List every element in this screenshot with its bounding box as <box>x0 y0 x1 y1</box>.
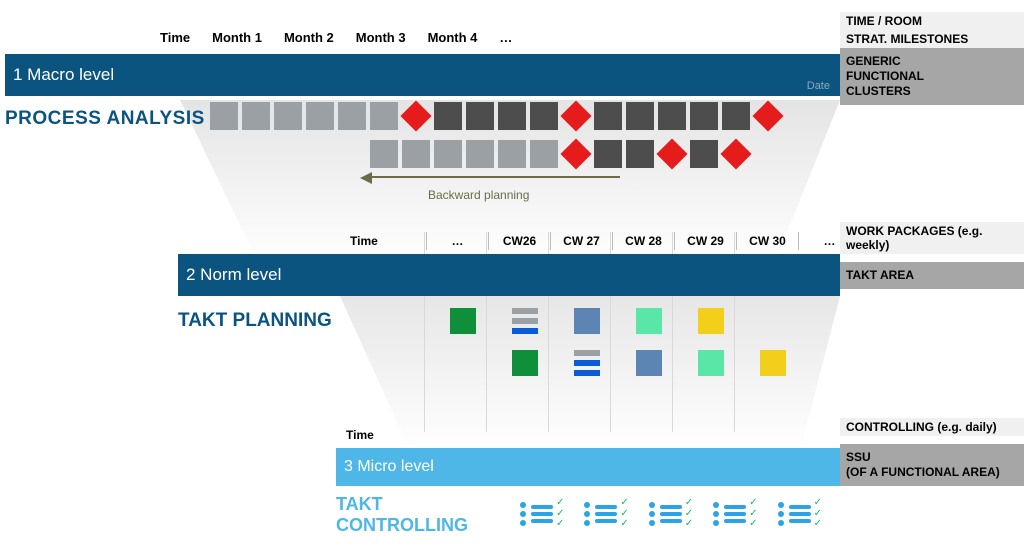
process-block <box>530 140 558 168</box>
controlling-item: ✓✓✓ <box>649 498 693 530</box>
controlling-item: ✓✓✓ <box>520 498 564 530</box>
takt-cell <box>636 350 662 376</box>
sidebar-group-1: TIME / ROOM STRAT. MILESTONES GENERICFUN… <box>840 12 1024 105</box>
macro-time-cell: Month 2 <box>284 30 334 45</box>
takt-bars-cell <box>574 350 600 376</box>
macro-time-header: Time Month 1 Month 2 Month 3 Month 4 … <box>160 30 512 45</box>
process-block <box>242 102 270 130</box>
controlling-item: ✓✓✓ <box>713 498 757 530</box>
process-block <box>370 140 398 168</box>
sidebar-head-controlling: CONTROLLING (e.g. daily) <box>840 418 1024 436</box>
takt-cell <box>760 350 786 376</box>
process-block <box>722 102 750 130</box>
process-block <box>530 102 558 130</box>
takt-cell <box>698 308 724 334</box>
check-icon: ✓✓✓ <box>556 498 564 530</box>
process-block <box>658 102 686 130</box>
process-block <box>594 102 622 130</box>
process-block <box>402 140 430 168</box>
sidebar-group-3: CONTROLLING (e.g. daily) SSU(OF A FUNCTI… <box>840 418 1024 486</box>
process-block <box>370 102 398 130</box>
macro-level-bar: 1 Macro level Date <box>5 54 840 96</box>
process-block <box>626 140 654 168</box>
process-block <box>626 102 654 130</box>
milestone-diamond-icon <box>562 102 590 130</box>
controlling-item: ✓✓✓ <box>778 498 822 530</box>
milestone-diamond-icon <box>754 102 782 130</box>
sidebar-block-ssu: SSU(OF A FUNCTIONAL AREA) <box>840 444 1024 486</box>
milestone-diamond-icon <box>562 140 590 168</box>
check-icon: ✓✓✓ <box>685 498 693 530</box>
takt-empty <box>450 350 476 376</box>
macro-time-cell: Time <box>160 30 190 45</box>
check-icon: ✓✓✓ <box>620 498 628 530</box>
sidebar-head-workpkg: WORK PACKAGES (e.g. weekly) <box>840 222 1024 254</box>
takt-planning-label: TAKT PLANNING <box>178 310 332 332</box>
controlling-item: ✓✓✓ <box>584 498 628 530</box>
process-analysis-label: PROCESS ANALYSIS <box>5 108 205 130</box>
norm-level-bar: 2 Norm level <box>178 254 840 296</box>
norm-time-cell: … <box>426 232 488 250</box>
norm-time-cell: Time <box>346 232 426 250</box>
check-icon: ✓✓✓ <box>814 498 822 530</box>
check-icon: ✓✓✓ <box>749 498 757 530</box>
takt-row-2 <box>450 350 786 376</box>
macro-time-cell: Month 1 <box>212 30 262 45</box>
micro-time-label: Time <box>346 428 374 442</box>
sidebar-head-milestones: STRAT. MILESTONES <box>840 30 1024 48</box>
process-block <box>594 140 622 168</box>
macro-time-cell: Month 3 <box>356 30 406 45</box>
process-row-b <box>370 140 750 168</box>
backward-label: Backward planning <box>428 188 529 202</box>
sidebar-block-clusters: GENERICFUNCTIONALCLUSTERS <box>840 48 1024 105</box>
takt-cell <box>698 350 724 376</box>
takt-row-1 <box>450 308 724 334</box>
takt-bars-cell <box>512 308 538 334</box>
norm-level-title: 2 Norm level <box>186 265 281 285</box>
takt-controlling-label: TAKTCONTROLLING <box>336 494 468 535</box>
process-block <box>274 102 302 130</box>
process-block <box>690 140 718 168</box>
process-block <box>338 102 366 130</box>
norm-time-cell: CW 27 <box>550 232 612 250</box>
takt-cell <box>512 350 538 376</box>
takt-cell <box>574 308 600 334</box>
macro-date-label: Date <box>807 80 830 92</box>
macro-time-cell: Month 4 <box>428 30 478 45</box>
takt-controlling-row: ✓✓✓ ✓✓✓ ✓✓✓ ✓✓✓ ✓✓✓ <box>520 498 822 530</box>
process-block <box>498 140 526 168</box>
process-block <box>466 140 494 168</box>
process-row-a <box>210 102 782 130</box>
process-block <box>434 140 462 168</box>
sidebar-block-takt-area: TAKT AREA <box>840 262 1024 289</box>
macro-level-title: 1 Macro level <box>13 65 114 85</box>
backward-arrow <box>370 176 620 178</box>
milestone-diamond-icon <box>658 140 686 168</box>
norm-time-header: Time…CW26CW 27CW 28CW 29CW 30… <box>346 232 860 250</box>
process-block <box>690 102 718 130</box>
macro-time-cell: … <box>499 30 512 45</box>
milestone-diamond-icon <box>402 102 430 130</box>
process-block <box>466 102 494 130</box>
sidebar-head-time-room: TIME / ROOM <box>840 12 1024 30</box>
process-block <box>498 102 526 130</box>
takt-cell <box>450 308 476 334</box>
process-block <box>306 102 334 130</box>
process-block <box>210 102 238 130</box>
takt-cell <box>636 308 662 334</box>
micro-level-bar: 3 Micro level <box>336 448 840 486</box>
sidebar-group-2: WORK PACKAGES (e.g. weekly) TAKT AREA <box>840 222 1024 289</box>
norm-time-cell: CW 28 <box>612 232 674 250</box>
norm-time-cell: CW26 <box>488 232 550 250</box>
norm-time-cell: CW 30 <box>736 232 798 250</box>
milestone-diamond-icon <box>722 140 750 168</box>
micro-level-title: 3 Micro level <box>344 458 434 476</box>
process-block <box>434 102 462 130</box>
norm-time-cell: CW 29 <box>674 232 736 250</box>
